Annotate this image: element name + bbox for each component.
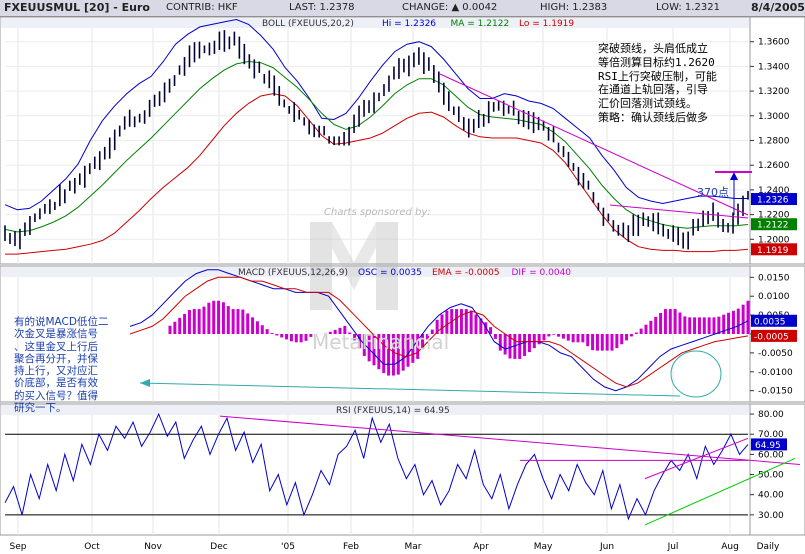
x-axis-label: Dec bbox=[210, 542, 227, 552]
macd-tick-label: 0.0150 bbox=[758, 273, 790, 283]
x-axis-label: Nov bbox=[144, 542, 162, 552]
x-axis-label: Sep bbox=[10, 542, 27, 552]
price-tick-label: 1.3200 bbox=[758, 87, 790, 97]
macd-annotation: 有的说MACD低位二 次金叉是暴涨信号 、这里金叉上行后 聚合再分开，并保 持上… bbox=[14, 316, 109, 415]
price-tick-label: 1.3000 bbox=[758, 112, 790, 122]
tag-text: 1.2326 bbox=[757, 196, 789, 206]
tag-text: 1.1919 bbox=[757, 246, 789, 256]
x-axis-label: Oct bbox=[84, 542, 100, 552]
rsi-value-tag: 64.95 bbox=[751, 438, 787, 451]
price-tick-label: 1.3400 bbox=[758, 62, 790, 72]
points-label: 370点 bbox=[697, 186, 729, 199]
x-axis-label: Aug bbox=[721, 542, 739, 552]
x-axis-label: Jun bbox=[599, 542, 614, 552]
price-annotation: 突破颈线，头肩低成立 等倍测算目标约1.2620 RSI上行突破压制，可能 在通… bbox=[598, 42, 717, 124]
macd-tick-label: -0.0150 bbox=[758, 387, 793, 397]
rsi-tick-label: 30.00 bbox=[758, 511, 784, 521]
boll-legend-0: Hi = 1.2326 bbox=[382, 19, 436, 29]
macd-title: MACD (FXEUUS,12,26,9) bbox=[238, 268, 348, 278]
macd-value-tag: -0.0005 bbox=[751, 329, 797, 342]
price-value-tag: 1.2122 bbox=[751, 218, 797, 231]
tag-text: 0.0035 bbox=[754, 317, 786, 327]
logo-bar bbox=[376, 222, 398, 310]
boll-title: BOLL (FXEUUS,20,2) bbox=[262, 19, 354, 29]
price-title-bar bbox=[1, 18, 749, 28]
price-tick-label: 1.2800 bbox=[758, 137, 790, 147]
x-axis-band bbox=[0, 536, 805, 554]
price-value-tag: 1.1919 bbox=[751, 243, 797, 256]
sponsor-logo-text: MetaFinancial bbox=[312, 330, 450, 354]
tag-text: -0.0005 bbox=[754, 332, 789, 342]
macd-tick-label: 0.0100 bbox=[758, 292, 790, 302]
macd-legend-0: OSC = 0.0035 bbox=[358, 268, 422, 278]
x-axis-label: Jul bbox=[667, 542, 679, 552]
x-axis-label: '05 bbox=[281, 542, 295, 552]
x-axis-label: Feb bbox=[343, 542, 359, 552]
price-value-tag: 1.2326 bbox=[751, 193, 797, 206]
x-axis-label: May bbox=[534, 542, 553, 552]
macd-legend-1: EMA = -0.0005 bbox=[432, 268, 500, 278]
tag-text: 64.95 bbox=[755, 441, 781, 451]
price-tick-label: 1.2600 bbox=[758, 161, 790, 171]
boll-legend-1: MA = 1.2122 bbox=[451, 19, 510, 29]
x-axis-label: Apr bbox=[473, 542, 489, 552]
macd-tick-label: -0.0050 bbox=[758, 349, 793, 359]
x-axis-label: Daily bbox=[757, 542, 780, 552]
macd-tick-label: -0.0100 bbox=[758, 368, 793, 378]
rsi-title: RSI (FXEUUS,14) = 64.95 bbox=[336, 406, 450, 416]
macd-value-tag: 0.0035 bbox=[751, 314, 797, 327]
rsi-tick-label: 80.00 bbox=[758, 410, 784, 420]
sponsor-watermark: Charts sponsored by: bbox=[324, 207, 431, 218]
tag-text: 1.2122 bbox=[757, 221, 789, 231]
rsi-tick-label: 50.00 bbox=[758, 471, 784, 481]
rsi-tick-label: 60.00 bbox=[758, 450, 784, 460]
price-tick-label: 1.3600 bbox=[758, 38, 790, 48]
rsi-tick-label: 40.00 bbox=[758, 491, 784, 501]
macd-legend-2: DIF = 0.0040 bbox=[512, 268, 572, 278]
x-axis-label: Mar bbox=[405, 542, 422, 552]
boll-legend-2: Lo = 1.1919 bbox=[519, 19, 574, 29]
